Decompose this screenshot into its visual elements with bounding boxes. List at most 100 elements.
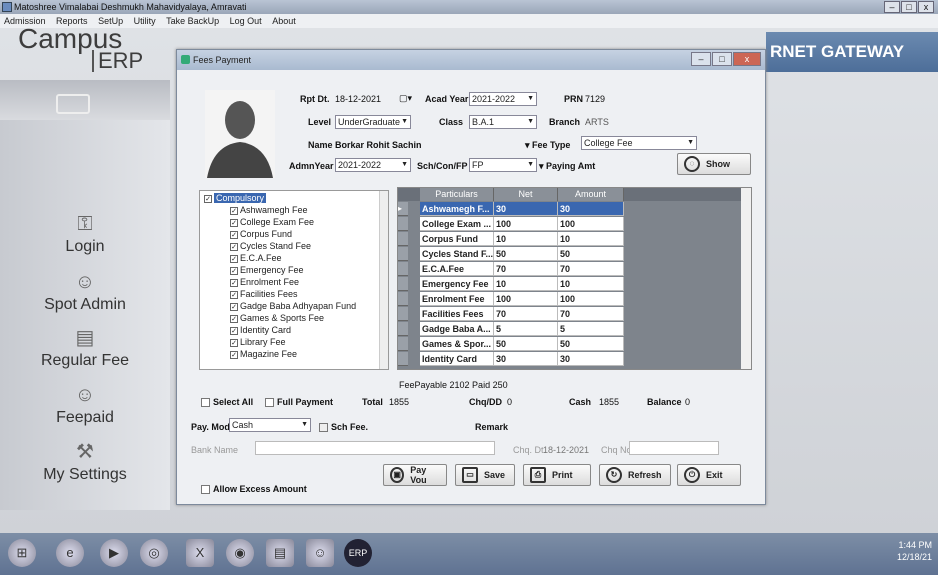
table-cell[interactable]: 30 [558,352,624,366]
table-cell[interactable]: 70 [494,262,558,276]
fee-type-select[interactable]: College Fee ▼ [581,136,697,150]
tree-item[interactable]: ✓ College Exam Fee [230,217,314,227]
table-cell[interactable]: 50 [558,247,624,261]
refresh-button[interactable]: ↻ Refresh [599,464,671,486]
dialog-minimize-button[interactable]: – [691,52,711,66]
table-cell[interactable]: 10 [494,232,558,246]
table-cell[interactable]: 10 [558,277,624,291]
row-selector[interactable]: ▸ [398,202,408,216]
row-selector[interactable] [398,352,408,366]
close-button[interactable]: x [918,1,934,13]
sidebar-item-login[interactable]: ⚿ Login [0,212,170,256]
print-button[interactable]: ⎙ Print [523,464,591,486]
sch-con-fp-select[interactable]: FP ▼ [469,158,537,172]
erp-app-icon[interactable]: ERP [344,539,372,567]
table-cell[interactable]: 70 [558,262,624,276]
tree-item[interactable]: ✓ Identity Card [230,325,291,335]
table-cell[interactable]: 70 [558,307,624,321]
row-selector[interactable] [398,307,408,321]
table-row[interactable]: Gadge Baba A... 5 5 [398,322,643,336]
table-row[interactable]: Emergency Fee 10 10 [398,277,643,291]
table-row[interactable]: Cycles Stand F... 50 50 [398,247,643,261]
media-player-icon[interactable]: ▶ [100,539,128,567]
class-select[interactable]: B.A.1 ▼ [469,115,537,129]
table-row[interactable]: ▸ Ashwamegh F... 30 30 [398,202,643,216]
tree-scrollbar[interactable] [379,191,388,369]
table-row[interactable]: Enrolment Fee 100 100 [398,292,643,306]
table-row[interactable]: Facilities Fees 70 70 [398,307,643,321]
full-payment-checkbox[interactable]: Full Payment [265,397,333,408]
table-cell[interactable]: 100 [558,217,624,231]
table-cell[interactable]: 50 [558,337,624,351]
table-cell[interactable]: Corpus Fund [420,232,494,246]
users-icon[interactable]: ☺ [306,539,334,567]
rpt-dt-value[interactable]: 18-12-2021 [335,94,381,104]
select-all-checkbox[interactable]: Select All [201,397,253,408]
chrome-icon[interactable]: ◉ [226,539,254,567]
row-selector[interactable] [398,292,408,306]
ie-icon[interactable]: e [56,539,84,567]
calendar-icon[interactable]: ▢▾ [399,93,412,104]
table-cell[interactable]: Emergency Fee [420,277,494,291]
allow-excess-checkbox[interactable]: Allow Excess Amount [201,484,307,495]
table-cell[interactable]: 100 [494,217,558,231]
table-cell[interactable]: Games & Spor... [420,337,494,351]
table-cell[interactable]: Identity Card [420,352,494,366]
row-selector[interactable] [398,277,408,291]
menu-utility[interactable]: Utility [130,16,160,26]
row-selector[interactable] [398,247,408,261]
table-row[interactable]: College Exam ... 100 100 [398,217,643,231]
table-cell[interactable]: Enrolment Fee [420,292,494,306]
table-cell[interactable]: 70 [494,307,558,321]
table-cell[interactable]: 5 [558,322,624,336]
table-cell[interactable]: Facilities Fees [420,307,494,321]
tree-item[interactable]: ✓ Gadge Baba Adhyapan Fund [230,301,356,311]
acad-year-select[interactable]: 2021-2022 ▼ [469,92,537,106]
bank-name-input[interactable] [255,441,495,455]
table-cell[interactable]: 100 [558,292,624,306]
table-row[interactable]: Games & Spor... 50 50 [398,337,643,351]
menu-log-out[interactable]: Log Out [226,16,266,26]
minimize-button[interactable]: – [884,1,900,13]
row-selector[interactable] [398,232,408,246]
table-cell[interactable]: Cycles Stand F... [420,247,494,261]
tree-item[interactable]: ✓ Enrolment Fee [230,277,299,287]
sidebar-item-regular-fee[interactable]: ▤ Regular Fee [0,326,170,370]
start-button[interactable]: ⊞ [8,539,36,567]
exit-button[interactable]: ⏻ Exit [677,464,741,486]
pay-vou-button[interactable]: ▣ Pay Vou [383,464,447,486]
table-cell[interactable]: 30 [558,202,624,216]
table-cell[interactable]: 100 [494,292,558,306]
table-cell[interactable]: 10 [558,232,624,246]
dialog-close-button[interactable]: x [733,52,761,66]
table-cell[interactable]: 50 [494,337,558,351]
row-selector[interactable] [398,262,408,276]
grid-header-net[interactable]: Net [494,188,558,201]
chq-no-input[interactable] [629,441,719,455]
tree-item[interactable]: ✓ E.C.A.Fee [230,253,282,263]
admn-year-select[interactable]: 2021-2022 ▼ [335,158,411,172]
checkbox-checked[interactable]: ✓ [204,194,212,203]
table-cell[interactable]: E.C.A.Fee [420,262,494,276]
row-selector[interactable] [398,337,408,351]
sidebar-item-feepaid[interactable]: ☺ Feepaid [0,383,170,427]
table-cell[interactable]: 5 [494,322,558,336]
tree-item[interactable]: ✓ Magazine Fee [230,349,297,359]
menu-about[interactable]: About [268,16,300,26]
tree-item[interactable]: ✓ Ashwamegh Fee [230,205,308,215]
table-cell[interactable]: Ashwamegh F... [420,202,494,216]
tree-item[interactable]: ✓ Facilities Fees [230,289,298,299]
table-cell[interactable]: 30 [494,352,558,366]
browser-icon[interactable]: ◎ [140,539,168,567]
table-cell[interactable]: Gadge Baba A... [420,322,494,336]
maximize-button[interactable]: □ [901,1,917,13]
menu-take-backup[interactable]: Take BackUp [162,16,223,26]
table-cell[interactable]: 10 [494,277,558,291]
table-row[interactable]: E.C.A.Fee 70 70 [398,262,643,276]
clock-date[interactable]: 12/18/21 [897,551,932,563]
clock-time[interactable]: 1:44 PM [897,539,932,551]
grid-scrollbar[interactable] [741,188,751,369]
excel-icon[interactable]: X [186,539,214,567]
grid-header-amount[interactable]: Amount [558,188,624,201]
sch-fee-checkbox[interactable]: Sch Fee. [319,422,368,433]
